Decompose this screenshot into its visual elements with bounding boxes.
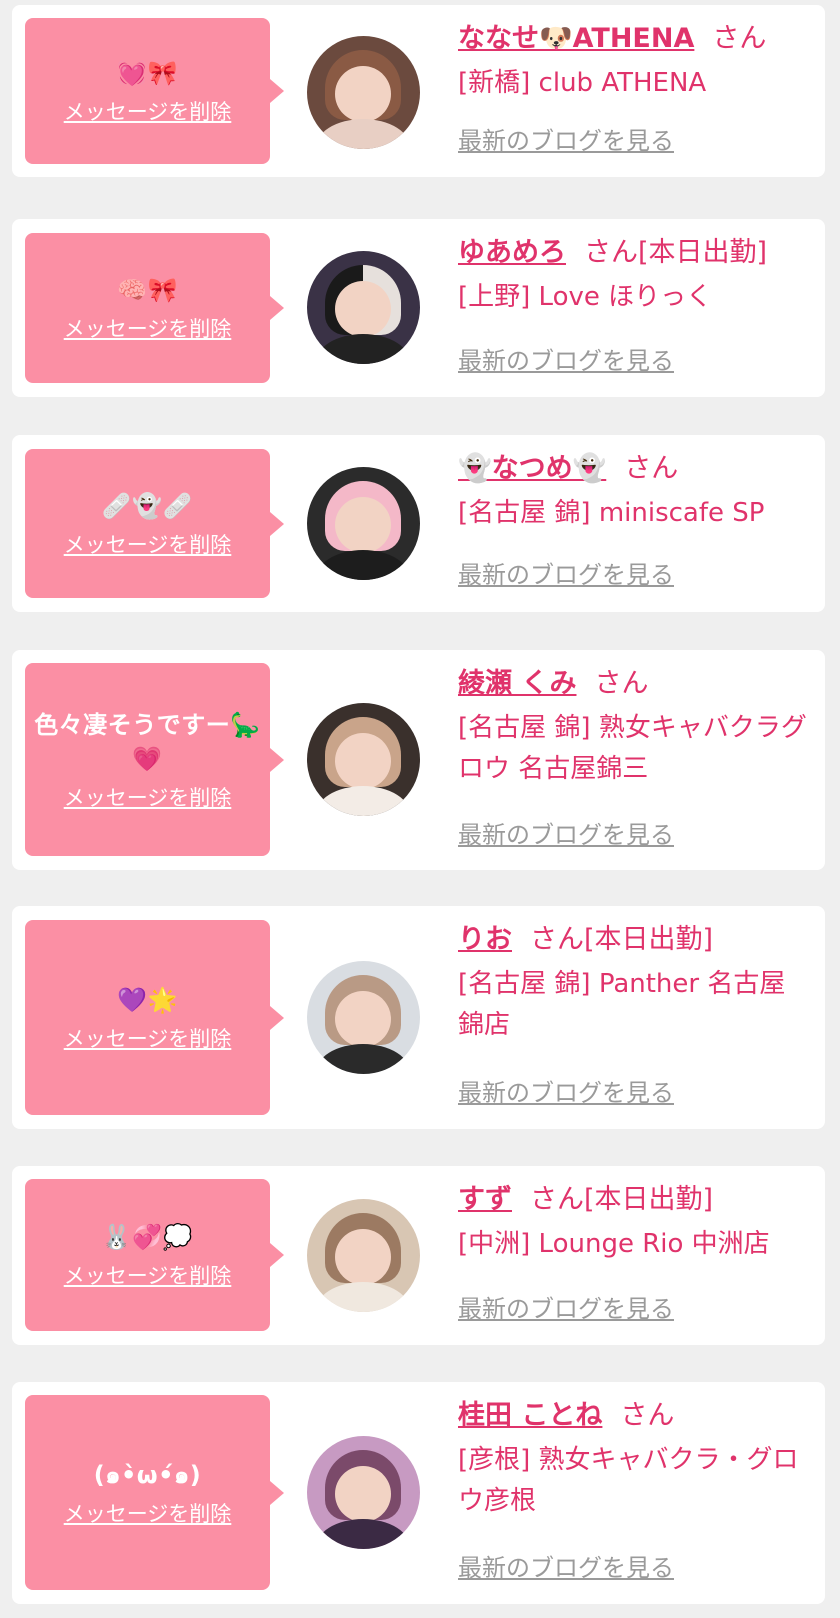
cast-name-link[interactable]: 綾瀬 くみ <box>458 668 576 699</box>
status-badge: [本日出勤] <box>584 1184 714 1215</box>
latest-blog-link[interactable]: 最新のブログを見る <box>458 559 674 591</box>
san-label: さん <box>594 668 649 699</box>
message-text: 💜🌟 <box>117 985 178 1014</box>
san-label: さん <box>530 924 584 955</box>
message-list: 💓🎀 メッセージを削除 ななせ🐶ATHENA さん [新橋] club ATHEN… <box>0 0 840 1618</box>
san-label: さん <box>712 23 767 54</box>
avatar[interactable] <box>307 703 420 816</box>
shop-name: [新橋] club ATHENA <box>458 68 707 98</box>
san-label: さん <box>530 1184 584 1215</box>
list-item: 色々凄そうですー🦕💗 メッセージを削除 綾瀬 くみ さん [名古屋 錦] 熟女キャ… <box>12 650 825 870</box>
latest-blog-link[interactable]: 最新のブログを見る <box>458 819 674 851</box>
message-text: 🧠🎀 <box>117 276 178 304</box>
delete-message-link[interactable]: メッセージを削除 <box>64 784 232 812</box>
shop-name: [彦根] 熟女キャバクラ・グロウ彦根 <box>458 1445 799 1516</box>
message-bubble: 💜🌟 メッセージを削除 <box>25 920 284 1115</box>
list-item: (๑•̀ω•́๑) メッセージを削除 桂田 ことね さん [彦根] 熟女キャバクラ… <box>12 1382 825 1604</box>
message-text: (๑•̀ω•́๑) <box>93 1460 202 1489</box>
cast-name-link[interactable]: 👻なつめ👻 <box>458 453 606 484</box>
shop-name: [名古屋 錦] 熟女キャバクラグロウ 名古屋錦三 <box>458 713 807 784</box>
delete-message-link[interactable]: メッセージを削除 <box>64 315 232 343</box>
message-text: 色々凄そうですー🦕💗 <box>34 710 261 773</box>
avatar[interactable] <box>307 1199 420 1312</box>
avatar[interactable] <box>307 36 420 149</box>
status-badge: [本日出勤] <box>638 237 768 268</box>
cast-name-link[interactable]: すず <box>458 1184 512 1215</box>
cast-name-link[interactable]: ゆあめろ <box>458 237 566 268</box>
delete-message-link[interactable]: メッセージを削除 <box>64 1262 232 1290</box>
latest-blog-link[interactable]: 最新のブログを見る <box>458 345 674 377</box>
san-label: さん <box>584 237 638 268</box>
delete-message-link[interactable]: メッセージを削除 <box>64 1025 232 1053</box>
shop-name: [上野] Love ほりっく <box>458 282 713 312</box>
list-item: 🩹👻🩹 メッセージを削除 👻なつめ👻 さん [名古屋 錦] miniscafe S… <box>12 435 825 612</box>
cast-name-link[interactable]: 桂田 ことね <box>458 1400 602 1431</box>
san-label: さん <box>624 453 679 484</box>
shop-name: [中洲] Lounge Rio 中洲店 <box>458 1229 770 1259</box>
delete-message-link[interactable]: メッセージを削除 <box>64 1500 232 1528</box>
message-bubble: (๑•̀ω•́๑) メッセージを削除 <box>25 1395 284 1590</box>
message-bubble: 🩹👻🩹 メッセージを削除 <box>25 449 284 598</box>
avatar[interactable] <box>307 1436 420 1549</box>
list-item: 🧠🎀 メッセージを削除 ゆあめろ さん[本日出勤] [上野] Love ほりっく … <box>12 219 825 397</box>
status-badge: [本日出勤] <box>584 924 714 955</box>
message-text: 💓🎀 <box>117 59 178 87</box>
latest-blog-link[interactable]: 最新のブログを見る <box>458 1293 674 1325</box>
message-text: 🐰💞💭 <box>101 1223 194 1251</box>
list-item: 💓🎀 メッセージを削除 ななせ🐶ATHENA さん [新橋] club ATHEN… <box>12 5 825 177</box>
latest-blog-link[interactable]: 最新のブログを見る <box>458 125 674 157</box>
delete-message-link[interactable]: メッセージを削除 <box>64 98 232 126</box>
message-text: 🩹👻🩹 <box>101 491 194 520</box>
message-bubble: 色々凄そうですー🦕💗 メッセージを削除 <box>25 663 284 856</box>
avatar[interactable] <box>307 467 420 580</box>
shop-name: [名古屋 錦] miniscafe SP <box>458 498 765 528</box>
message-bubble: 💓🎀 メッセージを削除 <box>25 18 284 164</box>
san-label: さん <box>620 1400 675 1431</box>
avatar[interactable] <box>307 961 420 1074</box>
latest-blog-link[interactable]: 最新のブログを見る <box>458 1552 674 1584</box>
message-bubble: 🧠🎀 メッセージを削除 <box>25 233 284 383</box>
cast-name-link[interactable]: ななせ🐶ATHENA <box>458 23 694 54</box>
avatar[interactable] <box>307 251 420 364</box>
message-bubble: 🐰💞💭 メッセージを削除 <box>25 1179 284 1331</box>
list-item: 🐰💞💭 メッセージを削除 すず さん[本日出勤] [中洲] Lounge Rio … <box>12 1166 825 1345</box>
latest-blog-link[interactable]: 最新のブログを見る <box>458 1077 674 1109</box>
list-item: 💜🌟 メッセージを削除 りお さん[本日出勤] [名古屋 錦] Panther 名… <box>12 906 825 1129</box>
cast-name-link[interactable]: りお <box>458 924 512 955</box>
shop-name: [名古屋 錦] Panther 名古屋錦店 <box>458 969 786 1040</box>
delete-message-link[interactable]: メッセージを削除 <box>64 531 232 559</box>
